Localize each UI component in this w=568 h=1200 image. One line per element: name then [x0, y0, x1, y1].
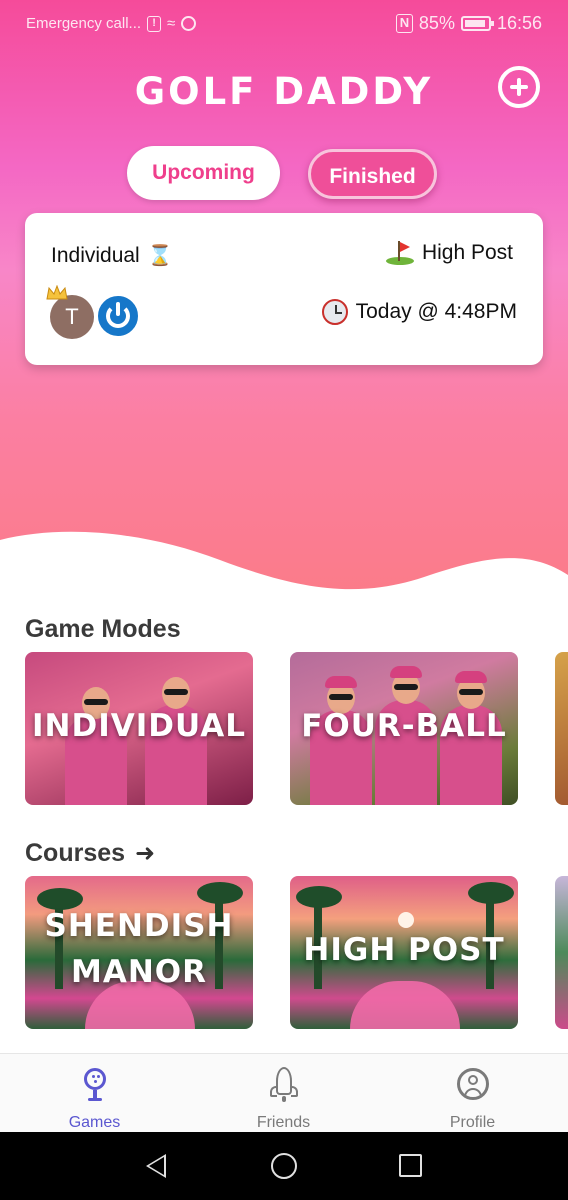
crown-icon — [46, 285, 68, 300]
app-title: GOLF DADDY — [134, 70, 434, 113]
river — [350, 981, 460, 1029]
course-shendish-manor-tile[interactable]: SHENDISH MANOR — [25, 876, 253, 1029]
clock-time: 16:56 — [496, 13, 542, 33]
course-next-tile[interactable] — [555, 876, 568, 1029]
user-circle-icon — [456, 1066, 490, 1102]
course-line-1: HIGH POST — [303, 932, 505, 968]
golf-flag-icon — [385, 241, 414, 265]
nav-profile[interactable]: Profile — [378, 1054, 567, 1133]
status-bar: Emergency call... ! ≈ N 85% 16:56 — [0, 0, 568, 48]
arrow-right-icon: ➜ — [135, 840, 156, 867]
status-right: N 85% 16:56 — [395, 13, 542, 34]
avatar: T — [50, 295, 94, 339]
game-type: Individual ⌛ — [51, 243, 173, 268]
alarm-clock-icon — [321, 299, 348, 325]
courses-title-link[interactable]: Courses ➜ — [25, 839, 155, 868]
mode-fourball-tile[interactable]: FOUR-BALL — [290, 652, 518, 805]
palm-leaves — [296, 886, 342, 908]
game-type-label: Individual — [51, 243, 140, 267]
nav-games[interactable]: Games — [0, 1054, 189, 1133]
sun — [398, 912, 414, 928]
palm-leaves — [37, 888, 83, 910]
palm-leaves — [468, 882, 514, 904]
game-modes-title: Game Modes — [25, 615, 181, 643]
add-game-button[interactable] — [498, 66, 540, 108]
status-left: Emergency call... ! ≈ — [26, 15, 197, 32]
sim-alert-icon: ! — [147, 15, 162, 32]
nfc-icon: N — [395, 14, 413, 33]
nav-friends[interactable]: Friends — [189, 1054, 378, 1133]
golf-ball-icon — [78, 1066, 112, 1102]
game-time: Today @ 4:48PM — [321, 299, 517, 325]
course-line-1: SHENDISH — [44, 908, 234, 944]
rocket-icon — [267, 1066, 301, 1102]
back-icon[interactable] — [146, 1154, 166, 1178]
nav-profile-label: Profile — [449, 1114, 496, 1131]
game-time-label: Today @ 4:48PM — [355, 300, 517, 323]
tab-finished[interactable]: Finished — [308, 149, 437, 199]
tab-upcoming[interactable]: Upcoming — [127, 146, 280, 200]
hourglass-icon: ⌛ — [147, 245, 173, 267]
chrome-icon — [181, 16, 197, 31]
mode-individual-label: INDIVIDUAL — [32, 708, 246, 744]
nav-friends-label: Friends — [256, 1114, 311, 1131]
course-high-post-tile[interactable]: HIGH POST — [290, 876, 518, 1029]
nav-games-label: Games — [68, 1114, 121, 1131]
carrier-text: Emergency call... — [26, 15, 142, 32]
course-line-2: MANOR — [70, 954, 207, 990]
home-icon[interactable] — [271, 1153, 297, 1179]
battery-icon — [460, 16, 494, 31]
game-course-label: High Post — [421, 241, 513, 264]
mode-fourball-label: FOUR-BALL — [301, 708, 507, 744]
wave-divider — [0, 531, 568, 600]
system-nav-bar — [0, 1132, 568, 1200]
game-card[interactable]: Individual ⌛ High Post T Today @ 4:48PM — [25, 213, 543, 365]
recents-icon[interactable] — [399, 1154, 422, 1177]
courses-title: Courses — [25, 839, 126, 867]
mode-individual-tile[interactable]: INDIVIDUAL — [25, 652, 253, 805]
wifi-icon: ≈ — [167, 15, 176, 32]
power-icon — [96, 294, 140, 338]
palm-leaves — [197, 882, 243, 904]
bottom-nav: Games Friends Profile — [0, 1053, 568, 1132]
mode-next-tile[interactable] — [555, 652, 568, 805]
game-course: High Post — [385, 241, 513, 265]
battery-percent: 85% — [418, 13, 455, 33]
